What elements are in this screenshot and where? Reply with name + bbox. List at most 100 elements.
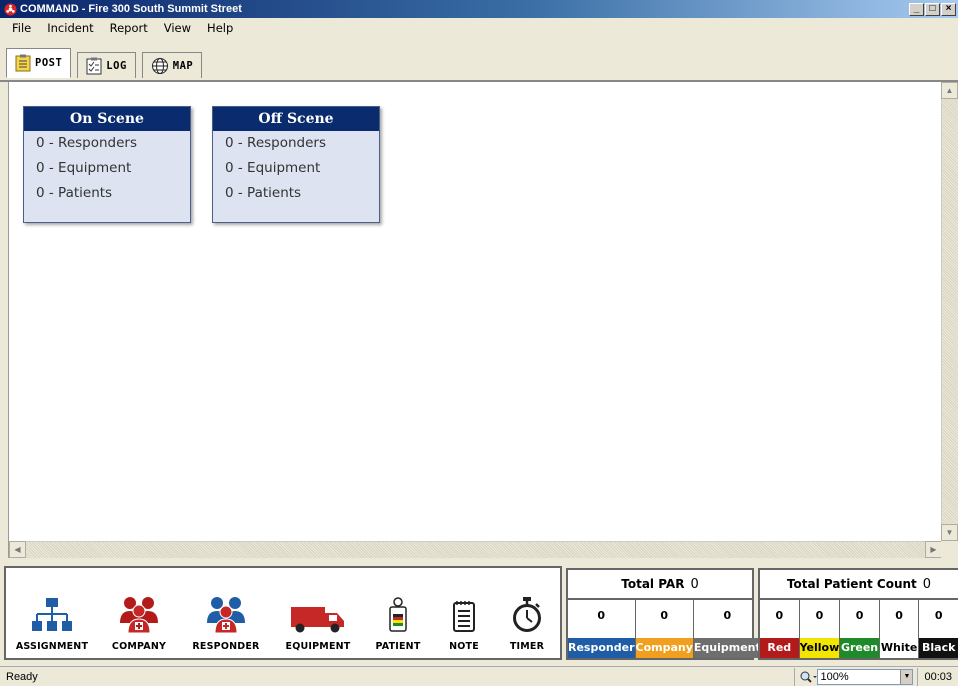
status-text: Ready bbox=[6, 670, 38, 683]
tab-map-label: MAP bbox=[172, 59, 194, 72]
menu-help[interactable]: Help bbox=[199, 19, 241, 37]
par-equipment-label: Equipment bbox=[693, 638, 761, 658]
patient-green-label: Green bbox=[840, 638, 879, 658]
off-scene-box[interactable]: Off Scene 0 - Responders 0 - Equipment 0… bbox=[212, 106, 380, 223]
on-scene-box[interactable]: On Scene 0 - Responders 0 - Equipment 0 … bbox=[23, 106, 191, 223]
tab-map[interactable]: MAP bbox=[141, 52, 203, 78]
magnifier-icon[interactable] bbox=[799, 670, 818, 684]
chevron-down-icon[interactable]: ▼ bbox=[900, 669, 913, 684]
minimize-button[interactable]: _ bbox=[909, 2, 924, 16]
patient-yellow-value: 0 bbox=[815, 609, 824, 622]
scroll-left-button[interactable]: ◀ bbox=[9, 541, 26, 558]
tool-equipment-label: EQUIPMENT bbox=[285, 641, 351, 652]
patient-count-total: 0 bbox=[922, 577, 932, 592]
patient-count-panel: Total Patient Count 0 0 Red 0 Yellow 0 Gr… bbox=[758, 568, 958, 660]
tab-post[interactable]: POST bbox=[6, 48, 72, 78]
tool-palette: ASSIGNMENT COMPANY RESPONDER EQUIPMENT P… bbox=[4, 566, 562, 660]
menu-file[interactable]: File bbox=[4, 19, 39, 37]
par-equipment-value: 0 bbox=[723, 609, 732, 622]
tool-timer-label: TIMER bbox=[509, 641, 545, 652]
menu-incident[interactable]: Incident bbox=[39, 19, 101, 37]
zoom-control: 100% ▼ bbox=[794, 667, 917, 686]
responder-icon bbox=[207, 597, 245, 633]
patient-green-value: 0 bbox=[855, 609, 864, 622]
stopwatch-icon bbox=[513, 597, 541, 632]
company-icon bbox=[120, 597, 158, 633]
tool-equipment[interactable]: EQUIPMENT bbox=[272, 564, 364, 658]
bottom-toolbar: ASSIGNMENT COMPANY RESPONDER EQUIPMENT P… bbox=[0, 562, 958, 666]
total-par-count: 0 bbox=[690, 577, 699, 592]
checklist-icon bbox=[86, 57, 102, 74]
patient-yellow[interactable]: 0 Yellow bbox=[799, 600, 841, 658]
off-scene-equipment: 0 - Equipment bbox=[225, 160, 321, 176]
patient-green[interactable]: 0 Green bbox=[840, 600, 880, 658]
clipboard-icon bbox=[15, 54, 31, 72]
par-responder-label: Responder bbox=[568, 638, 635, 658]
window-title: COMMAND - Fire 300 South Summit Street bbox=[20, 3, 242, 15]
post-canvas[interactable]: On Scene 0 - Responders 0 - Equipment 0 … bbox=[8, 82, 958, 558]
org-chart-icon bbox=[32, 598, 72, 631]
scroll-right-button[interactable]: ▶ bbox=[925, 541, 942, 558]
zoom-select[interactable]: 100% ▼ bbox=[817, 668, 914, 685]
tool-patient-label: PATIENT bbox=[375, 641, 421, 652]
elapsed-timer: 00:03 bbox=[917, 667, 958, 686]
tool-note[interactable]: NOTE bbox=[432, 564, 496, 658]
on-scene-equipment: 0 - Equipment bbox=[36, 160, 132, 176]
tab-log-label: LOG bbox=[106, 59, 127, 72]
zoom-value: 100% bbox=[820, 670, 849, 683]
patient-white-value: 0 bbox=[895, 609, 903, 622]
tool-note-label: NOTE bbox=[449, 641, 479, 652]
patient-red-label: Red bbox=[760, 638, 799, 658]
status-bar: Ready 100% ▼ 00:03 bbox=[0, 666, 958, 686]
vertical-scrollbar[interactable]: ▲ ▼ bbox=[941, 82, 958, 541]
par-company[interactable]: 0 Company bbox=[635, 600, 694, 658]
notepad-icon bbox=[453, 601, 475, 632]
tool-patient[interactable]: PATIENT bbox=[364, 564, 432, 658]
off-scene-patients: 0 - Patients bbox=[225, 185, 302, 201]
menu-report[interactable]: Report bbox=[102, 19, 156, 37]
triage-tag-icon bbox=[389, 597, 407, 632]
tab-post-label: POST bbox=[35, 57, 63, 69]
patient-black[interactable]: 0 Black bbox=[919, 600, 958, 658]
fire-truck-icon bbox=[291, 607, 344, 633]
patient-red[interactable]: 0 Red bbox=[760, 600, 800, 658]
tool-responder[interactable]: RESPONDER bbox=[180, 564, 272, 658]
par-company-value: 0 bbox=[660, 609, 669, 622]
patient-count-title: Total Patient Count bbox=[786, 577, 917, 591]
patient-cells: 0 Red 0 Yellow 0 Green 0 White 0 Black bbox=[760, 600, 958, 658]
par-company-label: Company bbox=[635, 638, 693, 658]
maximize-button[interactable]: □ bbox=[925, 2, 940, 16]
tool-assignment-label: ASSIGNMENT bbox=[15, 641, 89, 652]
tool-responder-label: RESPONDER bbox=[192, 641, 260, 652]
patient-count-header: Total Patient Count 0 bbox=[760, 570, 958, 600]
patient-white[interactable]: 0 White bbox=[879, 600, 920, 658]
par-responder[interactable]: 0 Responder bbox=[568, 600, 636, 658]
total-par-panel: Total PAR 0 0 Responder 0 Company 0 Equip… bbox=[566, 568, 761, 660]
on-scene-patients: 0 - Patients bbox=[36, 185, 113, 201]
menu-view[interactable]: View bbox=[156, 19, 199, 37]
scroll-up-button[interactable]: ▲ bbox=[941, 82, 958, 99]
patient-black-value: 0 bbox=[934, 609, 943, 622]
horizontal-scrollbar[interactable]: ◀ ▶ bbox=[9, 541, 942, 558]
patient-white-label: White bbox=[879, 638, 919, 658]
tool-assignment[interactable]: ASSIGNMENT bbox=[6, 564, 98, 658]
patient-yellow-label: Yellow bbox=[799, 638, 840, 658]
scroll-corner bbox=[941, 541, 958, 558]
par-equipment[interactable]: 0 Equipment bbox=[693, 600, 761, 658]
tool-timer[interactable]: TIMER bbox=[496, 564, 558, 658]
off-scene-title: Off Scene bbox=[213, 107, 379, 131]
tool-company-label: COMPANY bbox=[111, 641, 167, 652]
patient-red-value: 0 bbox=[775, 609, 784, 622]
total-par-title: Total PAR bbox=[621, 577, 685, 591]
app-icon bbox=[4, 2, 17, 16]
tab-bar: POST LOG MAP bbox=[0, 38, 958, 82]
globe-icon bbox=[151, 57, 168, 74]
par-cells: 0 Responder 0 Company 0 Equipment bbox=[568, 600, 761, 658]
total-par-header: Total PAR 0 bbox=[568, 570, 752, 600]
off-scene-responders: 0 - Responders bbox=[225, 135, 326, 151]
tool-company[interactable]: COMPANY bbox=[98, 564, 180, 658]
on-scene-title: On Scene bbox=[24, 107, 190, 131]
tab-log[interactable]: LOG bbox=[77, 52, 136, 78]
close-button[interactable]: × bbox=[941, 2, 956, 16]
scroll-down-button[interactable]: ▼ bbox=[941, 524, 958, 541]
